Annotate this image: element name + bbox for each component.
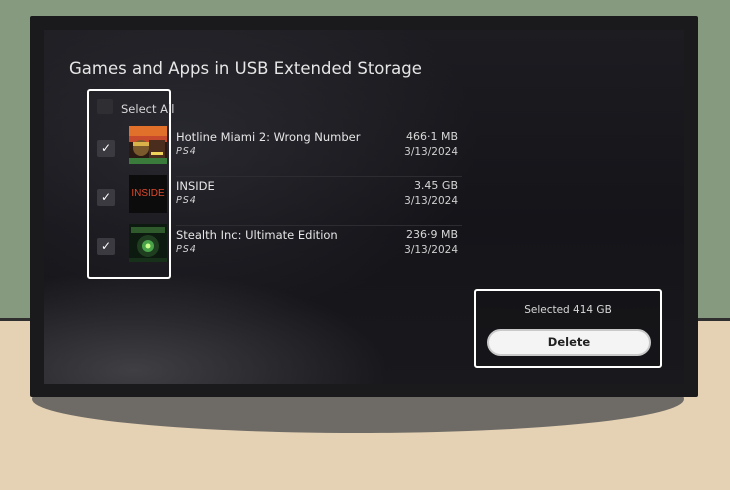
game-date: 3/13/2024 [404,244,458,256]
game-date: 3/13/2024 [404,146,458,158]
item-checkbox[interactable]: ✓ [97,189,115,206]
game-name: Hotline Miami 2: Wrong Number [176,130,361,144]
game-name: INSIDE [176,179,215,193]
inside-cover-text: INSIDE [131,188,165,199]
list-item[interactable]: ✓ INSIDE INSIDE PS4 3.45 GB 3/13/2024 [94,175,462,226]
game-size: 3.45 GB [413,179,458,192]
game-name: Stealth Inc: Ultimate Edition [176,228,338,242]
game-date: 3/13/2024 [404,195,458,207]
platform-label: PS4 [176,146,197,157]
item-checkbox[interactable]: ✓ [97,140,115,157]
stealth-inc-cover-icon [129,224,167,262]
selected-size-text: Selected 414 GB [524,304,612,316]
list-item[interactable]: ✓ Stealth Inc: Ultimate Edition PS4 236·… [94,224,462,272]
game-thumbnail [129,126,167,164]
delete-panel: Selected 414 GB Delete [474,289,662,368]
game-thumbnail [129,224,167,262]
game-size: 236·9 MB [405,228,458,241]
list-item[interactable]: ✓ Hotline Miami 2: Wrong Number PS4 466·… [94,126,462,177]
hotline-miami-2-cover-icon [129,126,167,164]
game-thumbnail: INSIDE [129,175,167,213]
platform-label: PS4 [176,244,197,255]
select-all-checkbox[interactable] [97,99,113,114]
item-checkbox[interactable]: ✓ [97,238,115,255]
platform-label: PS4 [176,195,197,206]
page-title: Games and Apps in USB Extended Storage [69,59,422,78]
select-all-label[interactable]: Select All [121,102,174,116]
delete-button[interactable]: Delete [487,329,651,356]
storage-screen: Games and Apps in USB Extended Storage S… [44,30,684,384]
game-size: 466·1 MB [405,130,458,143]
